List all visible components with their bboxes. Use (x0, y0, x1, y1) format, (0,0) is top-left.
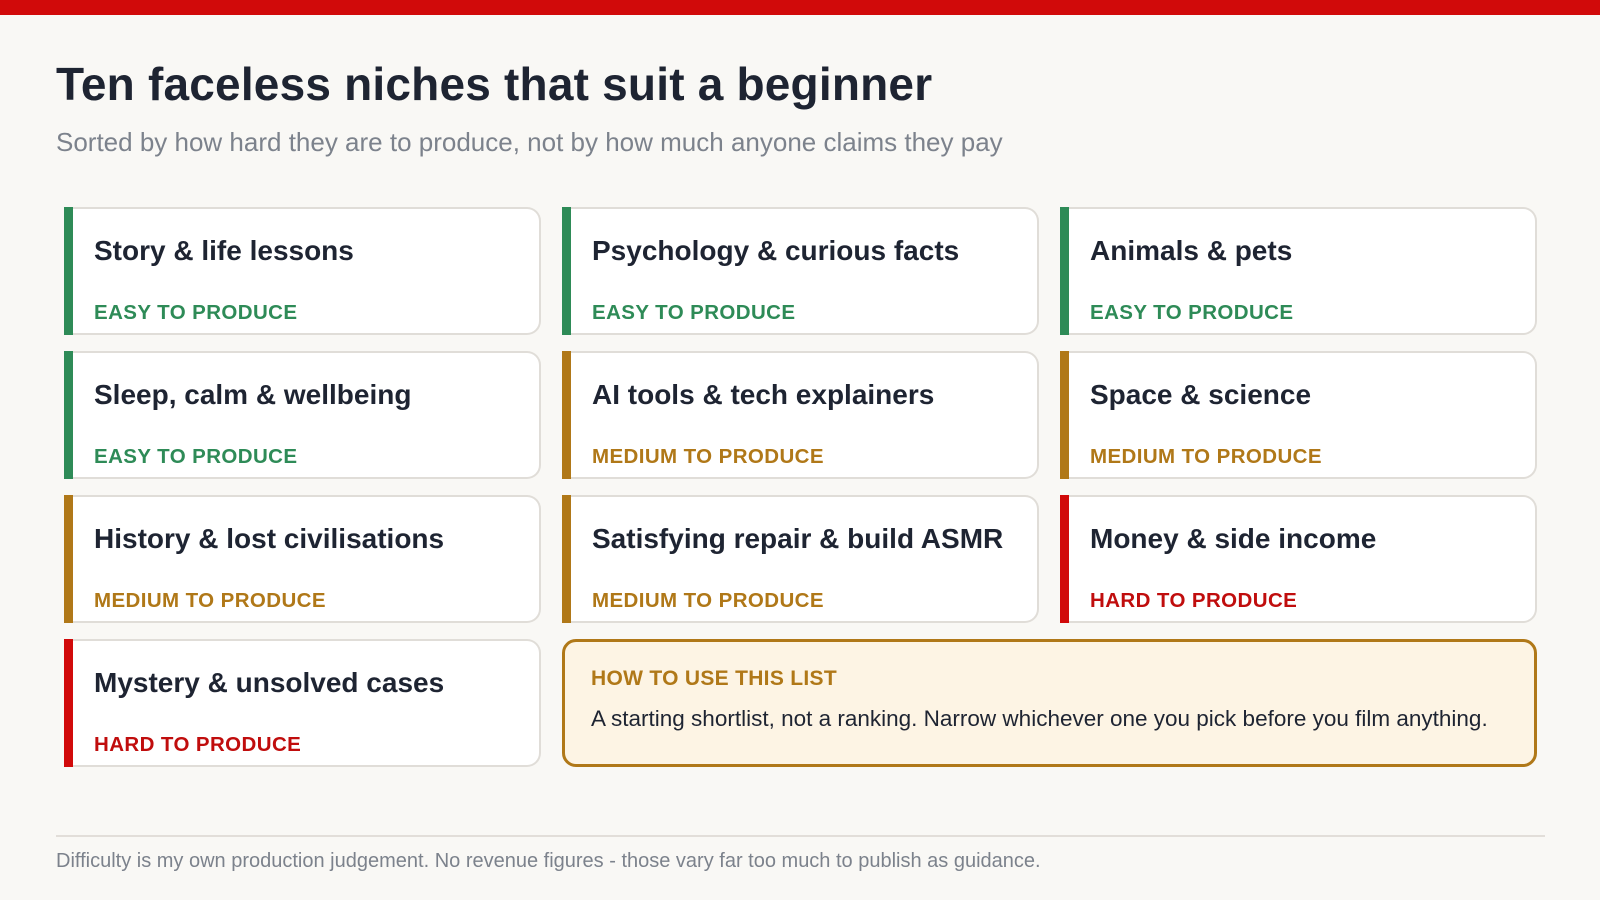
difficulty-label: EASY TO PRODUCE (94, 445, 298, 468)
niche-name: Money & side income (1090, 523, 1377, 554)
niche-card: Space & science MEDIUM TO PRODUCE (1060, 351, 1537, 479)
difficulty-stripe (562, 351, 571, 479)
niche-name: Space & science (1090, 379, 1312, 410)
difficulty-label: MEDIUM TO PRODUCE (1090, 445, 1322, 468)
difficulty-stripe (1060, 495, 1069, 623)
difficulty-stripe (64, 207, 73, 335)
niche-card: History & lost civilisations MEDIUM TO P… (64, 495, 541, 623)
difficulty-label: HARD TO PRODUCE (94, 733, 302, 756)
niche-card: Mystery & unsolved cases HARD TO PRODUCE (64, 639, 541, 767)
footer-divider (56, 835, 1545, 837)
niche-card: Satisfying repair & build ASMR MEDIUM TO… (562, 495, 1039, 623)
difficulty-stripe (64, 351, 73, 479)
difficulty-stripe (562, 495, 571, 623)
niche-name: Sleep, calm & wellbeing (94, 379, 412, 410)
difficulty-label: MEDIUM TO PRODUCE (592, 445, 824, 468)
how-to-use-note: HOW TO USE THIS LIST A starting shortlis… (562, 639, 1537, 767)
niche-name: History & lost civilisations (94, 523, 445, 554)
difficulty-stripe (1060, 351, 1069, 479)
niche-card: AI tools & tech explainers MEDIUM TO PRO… (562, 351, 1039, 479)
difficulty-label: EASY TO PRODUCE (592, 301, 796, 324)
difficulty-label: EASY TO PRODUCE (1090, 301, 1294, 324)
note-heading: HOW TO USE THIS LIST (591, 667, 837, 690)
difficulty-stripe (562, 207, 571, 335)
niche-name: Animals & pets (1090, 235, 1293, 266)
difficulty-label: MEDIUM TO PRODUCE (592, 589, 824, 612)
difficulty-label: EASY TO PRODUCE (94, 301, 298, 324)
difficulty-stripe (64, 639, 73, 767)
niche-card: Animals & pets EASY TO PRODUCE (1060, 207, 1537, 335)
niche-name: Mystery & unsolved cases (94, 667, 445, 698)
difficulty-label: MEDIUM TO PRODUCE (94, 589, 326, 612)
niche-name: AI tools & tech explainers (592, 379, 935, 410)
niche-name: Psychology & curious facts (592, 235, 960, 266)
difficulty-stripe (1060, 207, 1069, 335)
niche-grid: Story & life lessons EASY TO PRODUCE Psy… (64, 207, 1537, 767)
niche-name: Story & life lessons (94, 235, 354, 266)
footer-note: Difficulty is my own production judgemen… (56, 850, 1041, 872)
page-title: Ten faceless niches that suit a beginner (56, 58, 933, 110)
note-body: A starting shortlist, not a ranking. Nar… (591, 706, 1488, 731)
top-accent-bar (0, 0, 1600, 15)
difficulty-stripe (64, 495, 73, 623)
niche-card: Story & life lessons EASY TO PRODUCE (64, 207, 541, 335)
page-subtitle: Sorted by how hard they are to produce, … (56, 127, 1003, 157)
difficulty-label: HARD TO PRODUCE (1090, 589, 1298, 612)
niche-name: Satisfying repair & build ASMR (592, 523, 1004, 554)
niche-card: Money & side income HARD TO PRODUCE (1060, 495, 1537, 623)
niche-card: Psychology & curious facts EASY TO PRODU… (562, 207, 1039, 335)
niche-card: Sleep, calm & wellbeing EASY TO PRODUCE (64, 351, 541, 479)
